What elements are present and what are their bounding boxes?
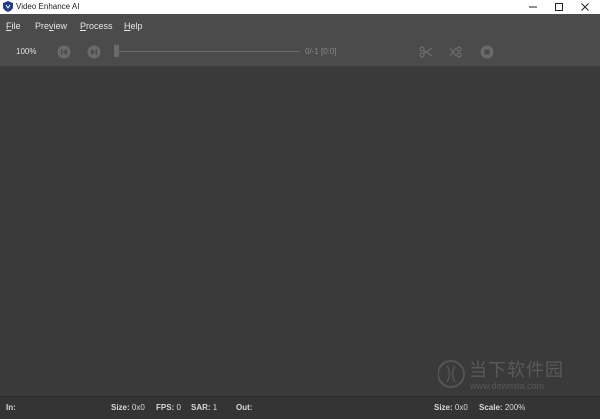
menu-bar: File Preview Process Help [0, 14, 600, 38]
toolbar: 100% [0, 38, 600, 67]
minimize-icon [529, 6, 537, 8]
menu-preview[interactable]: Preview [35, 20, 67, 32]
close-button[interactable] [572, 0, 598, 14]
cut-icon[interactable] [419, 45, 433, 59]
menu-help[interactable]: Help [124, 20, 143, 32]
watermark-url: www.downxia.com [470, 381, 545, 391]
maximize-icon [555, 3, 563, 11]
input-label: In: [6, 403, 16, 412]
zoom-level[interactable]: 100% [16, 47, 36, 57]
app-logo-icon [3, 1, 13, 12]
input-fps: FPS: 0 [156, 403, 181, 412]
output-scale: Scale: 200% [479, 403, 526, 412]
menu-process[interactable]: Process [80, 20, 113, 32]
frame-counter: 0/-1 [0:0] [305, 47, 337, 56]
step-forward-icon[interactable] [87, 45, 101, 59]
cut-segment-icon[interactable] [449, 45, 463, 59]
close-icon [581, 3, 589, 11]
stop-icon[interactable] [480, 45, 494, 59]
status-bar: In: Size: 0x0 FPS: 0 SAR: 1 Out: Size: 0… [0, 396, 600, 419]
title-bar: Video Enhance AI [0, 0, 600, 14]
input-size: Size: 0x0 [111, 403, 145, 412]
window-title: Video Enhance AI [16, 2, 80, 11]
input-sar: SAR: 1 [191, 403, 218, 412]
preview-area[interactable] [0, 67, 600, 396]
minimize-button[interactable] [520, 0, 546, 14]
menu-file[interactable]: File [6, 20, 21, 32]
timeline-slider-track[interactable] [119, 51, 300, 52]
output-label: Out: [236, 403, 253, 412]
maximize-button[interactable] [546, 0, 572, 14]
watermark-text: 当下软件园 [469, 360, 564, 380]
step-back-icon[interactable] [57, 45, 71, 59]
output-size: Size: 0x0 [434, 403, 468, 412]
